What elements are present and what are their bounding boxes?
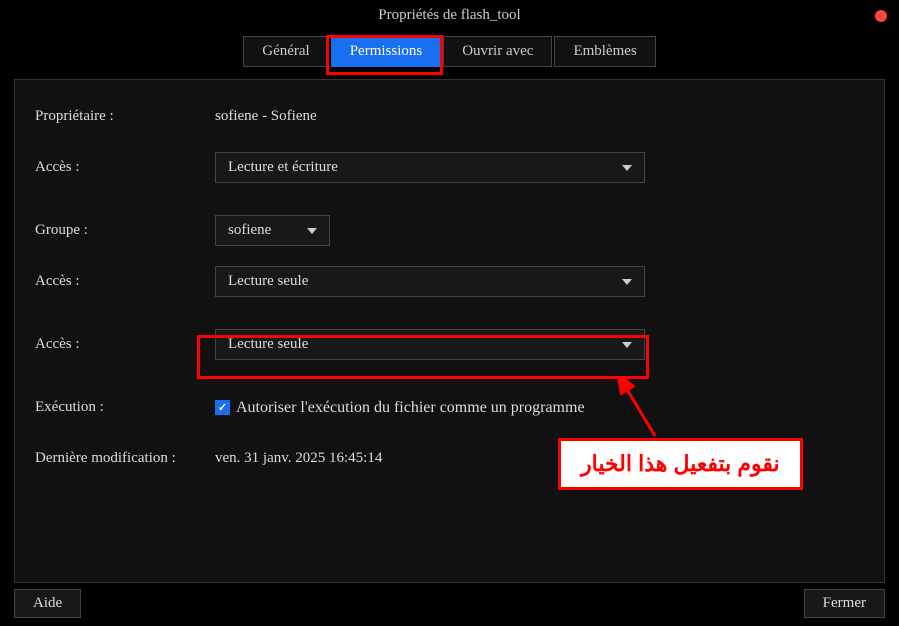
others-access-value: Lecture seule bbox=[228, 336, 308, 353]
owner-access-dropdown[interactable]: Lecture et écriture bbox=[215, 152, 645, 183]
tab-permissions[interactable]: Permissions bbox=[331, 36, 442, 67]
access-label-group: Accès : bbox=[35, 273, 215, 290]
execution-label: Exécution : bbox=[35, 399, 215, 416]
last-mod-label: Dernière modification : bbox=[35, 450, 215, 467]
tab-emblems[interactable]: Emblèmes bbox=[554, 36, 655, 67]
tab-open-with[interactable]: Ouvrir avec bbox=[443, 36, 552, 67]
owner-value: sofiene - Sofiene bbox=[215, 108, 317, 125]
group-access-value: Lecture seule bbox=[228, 273, 308, 290]
chevron-down-icon bbox=[622, 342, 632, 348]
execution-checkbox-label: Autoriser l'exécution du fichier comme u… bbox=[236, 399, 585, 417]
execution-checkbox[interactable]: ✓ bbox=[215, 400, 230, 415]
access-label-owner: Accès : bbox=[35, 159, 215, 176]
owner-label: Propriétaire : bbox=[35, 108, 215, 125]
tab-general[interactable]: Général bbox=[243, 36, 328, 67]
execution-checkbox-row[interactable]: ✓ Autoriser l'exécution du fichier comme… bbox=[215, 399, 585, 417]
owner-access-value: Lecture et écriture bbox=[228, 159, 338, 176]
row-group-access: Accès : Lecture seule bbox=[35, 265, 864, 298]
window-title: Propriétés de flash_tool bbox=[378, 7, 520, 24]
chevron-down-icon bbox=[307, 228, 317, 234]
titlebar: Propriétés de flash_tool bbox=[0, 0, 899, 30]
help-button[interactable]: Aide bbox=[14, 589, 81, 618]
group-value: sofiene bbox=[228, 222, 271, 239]
others-access-dropdown[interactable]: Lecture seule bbox=[215, 329, 645, 360]
last-mod-value: ven. 31 janv. 2025 16:45:14 bbox=[215, 450, 382, 467]
close-icon[interactable] bbox=[875, 10, 887, 22]
row-owner-access: Accès : Lecture et écriture bbox=[35, 151, 864, 184]
row-owner: Propriétaire : sofiene - Sofiene bbox=[35, 100, 864, 133]
row-execution: Exécution : ✓ Autoriser l'exécution du f… bbox=[35, 391, 864, 424]
group-dropdown[interactable]: sofiene bbox=[215, 215, 330, 246]
chevron-down-icon bbox=[622, 165, 632, 171]
group-access-dropdown[interactable]: Lecture seule bbox=[215, 266, 645, 297]
content-panel: Propriétaire : sofiene - Sofiene Accès :… bbox=[14, 79, 885, 583]
access-label-others: Accès : bbox=[35, 336, 215, 353]
close-button[interactable]: Fermer bbox=[804, 589, 885, 618]
bottom-bar: Aide Fermer bbox=[14, 589, 885, 618]
row-group: Groupe : sofiene bbox=[35, 214, 864, 247]
annotation-text: نقوم بتفعيل هذا الخيار bbox=[558, 438, 803, 490]
chevron-down-icon bbox=[622, 279, 632, 285]
row-others-access: Accès : Lecture seule bbox=[35, 328, 864, 361]
tabbar: Général Permissions Ouvrir avec Emblèmes bbox=[0, 36, 899, 67]
group-label: Groupe : bbox=[35, 222, 215, 239]
